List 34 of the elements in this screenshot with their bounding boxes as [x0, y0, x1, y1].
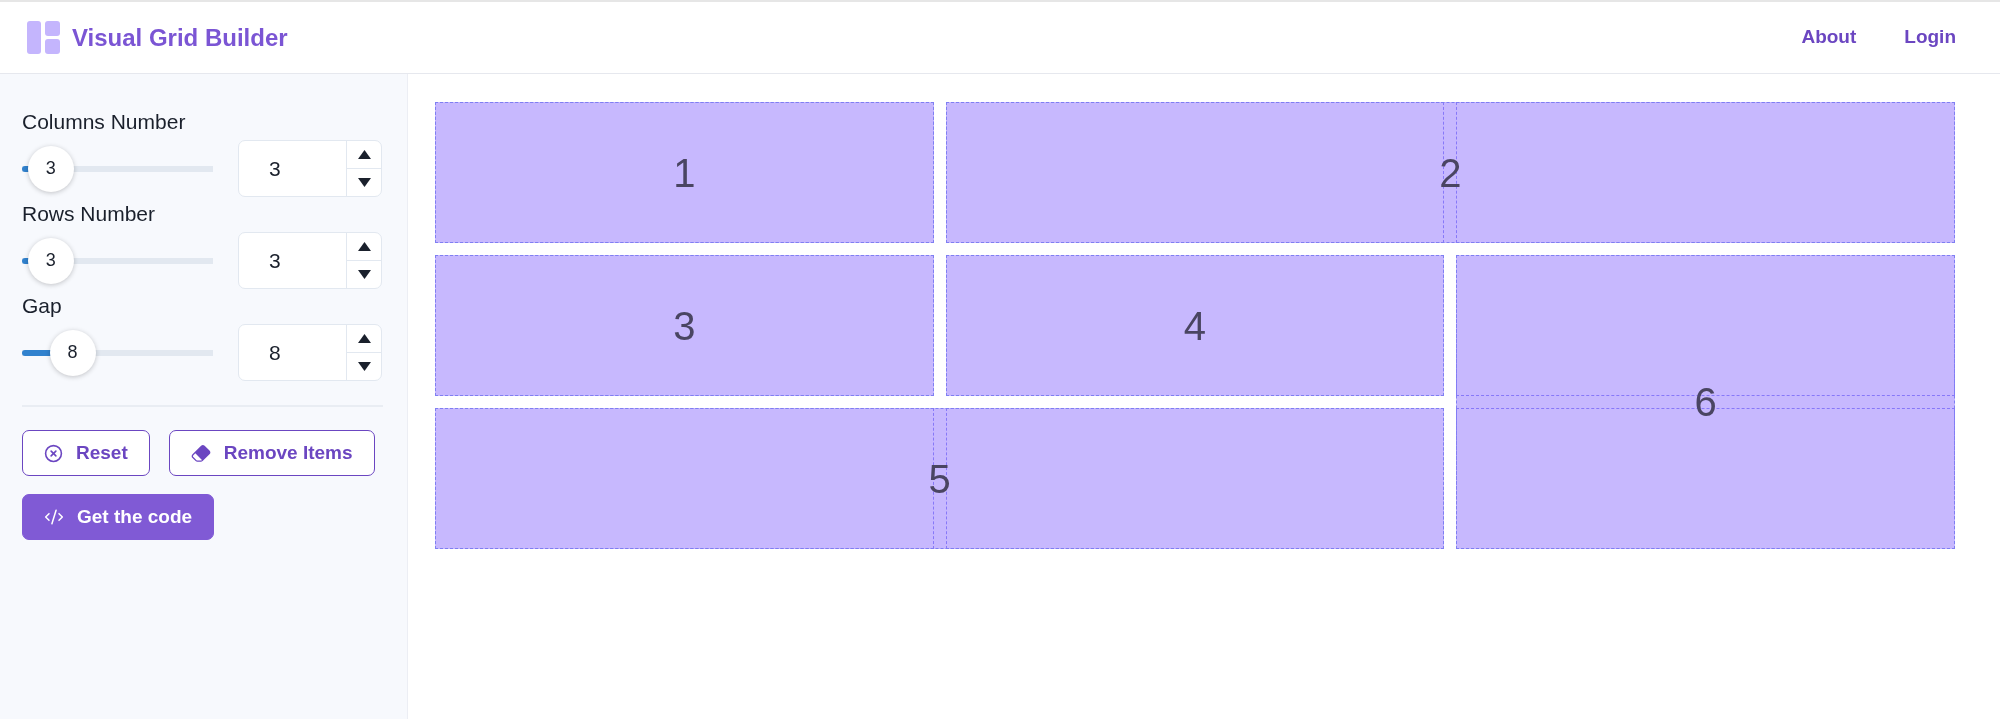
- remove-items-button[interactable]: Remove Items: [168, 430, 375, 476]
- logo-icon: [27, 21, 60, 54]
- get-code-button[interactable]: Get the code: [22, 494, 215, 540]
- triangle-up-icon: [357, 334, 371, 343]
- control-label: Rows Number: [22, 201, 157, 227]
- grid-item[interactable]: 2: [945, 102, 1955, 243]
- slider[interactable]: 3: [22, 145, 213, 192]
- grid-item[interactable]: 1: [435, 102, 934, 243]
- slider-thumb[interactable]: 3: [27, 237, 74, 284]
- slider[interactable]: 3: [22, 237, 213, 284]
- triangle-down-icon: [357, 362, 371, 371]
- slider-thumb[interactable]: 3: [27, 145, 74, 192]
- nav-link[interactable]: Login: [1904, 23, 1956, 52]
- control-label: Gap: [22, 293, 63, 319]
- close-circle-icon: [44, 443, 63, 463]
- reset-button[interactable]: Reset: [22, 430, 150, 476]
- nav-link[interactable]: About: [1801, 23, 1857, 52]
- code-icon: [44, 507, 64, 527]
- grid-item[interactable]: 6: [1456, 255, 1955, 549]
- app-title: Visual Grid Builder: [72, 22, 288, 53]
- triangle-up-icon: [357, 150, 371, 159]
- number-input[interactable]: 8: [238, 324, 382, 381]
- slider-thumb[interactable]: 8: [49, 329, 96, 376]
- grid-item[interactable]: 4: [945, 255, 1445, 396]
- eraser-icon: [190, 443, 211, 463]
- triangle-down-icon: [357, 270, 371, 279]
- slider[interactable]: 8: [22, 329, 213, 376]
- number-input[interactable]: 3: [238, 140, 382, 197]
- grid-item[interactable]: 5: [435, 408, 1445, 549]
- triangle-down-icon: [357, 178, 371, 187]
- number-input[interactable]: 3: [238, 232, 382, 289]
- grid-item[interactable]: 3: [435, 255, 934, 396]
- control-label: Columns Number: [22, 109, 187, 135]
- triangle-up-icon: [357, 242, 371, 251]
